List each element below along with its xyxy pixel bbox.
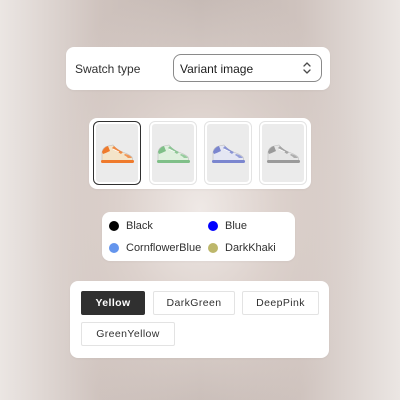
- text-swatch-greenyellow[interactable]: GreenYellow: [81, 322, 175, 346]
- image-swatch-card: [89, 118, 311, 189]
- sneaker-image: [101, 144, 134, 163]
- color-swatch-darkkhaki[interactable]: DarkKhaki: [208, 240, 276, 256]
- color-dot: [109, 243, 119, 253]
- text-swatch-darkgreen[interactable]: DarkGreen: [153, 291, 235, 315]
- sneaker-image: [157, 144, 190, 163]
- color-swatch-cornflowerblue[interactable]: CornflowerBlue: [109, 240, 201, 256]
- swatch-type-label: Swatch type: [75, 62, 141, 76]
- text-swatch-deeppink[interactable]: DeepPink: [242, 291, 319, 315]
- color-swatch-black[interactable]: Black: [109, 218, 153, 234]
- image-swatch-green-sneaker[interactable]: [149, 121, 197, 185]
- color-dot: [208, 221, 218, 231]
- color-dot: [208, 243, 218, 253]
- sneaker-image: [267, 144, 300, 163]
- text-swatch-yellow[interactable]: Yellow: [81, 291, 145, 315]
- image-swatch-orange-cream-sneaker[interactable]: [93, 121, 141, 185]
- color-swatch-label: Black: [126, 220, 153, 232]
- text-swatch-card: Yellow DarkGreen DeepPink GreenYellow: [70, 281, 329, 358]
- sneaker-image: [212, 144, 245, 163]
- color-swatch-blue[interactable]: Blue: [208, 218, 247, 234]
- color-swatch-label: CornflowerBlue: [126, 242, 202, 254]
- swatch-type-card: Swatch type Variant image: [66, 47, 330, 90]
- chevron-up-down-icon: [303, 62, 311, 74]
- color-dot: [109, 221, 119, 231]
- swatch-type-select[interactable]: Variant image: [173, 54, 322, 82]
- color-swatch-card: Black Blue CornflowerBlue DarkKhaki: [102, 212, 295, 261]
- color-swatch-label: DarkKhaki: [225, 242, 276, 254]
- image-swatch-blue-sneaker[interactable]: [204, 121, 252, 185]
- swatch-type-selected-value: Variant image: [180, 62, 254, 76]
- image-swatch-grey-sneaker[interactable]: [259, 121, 307, 185]
- color-swatch-label: Blue: [225, 220, 248, 232]
